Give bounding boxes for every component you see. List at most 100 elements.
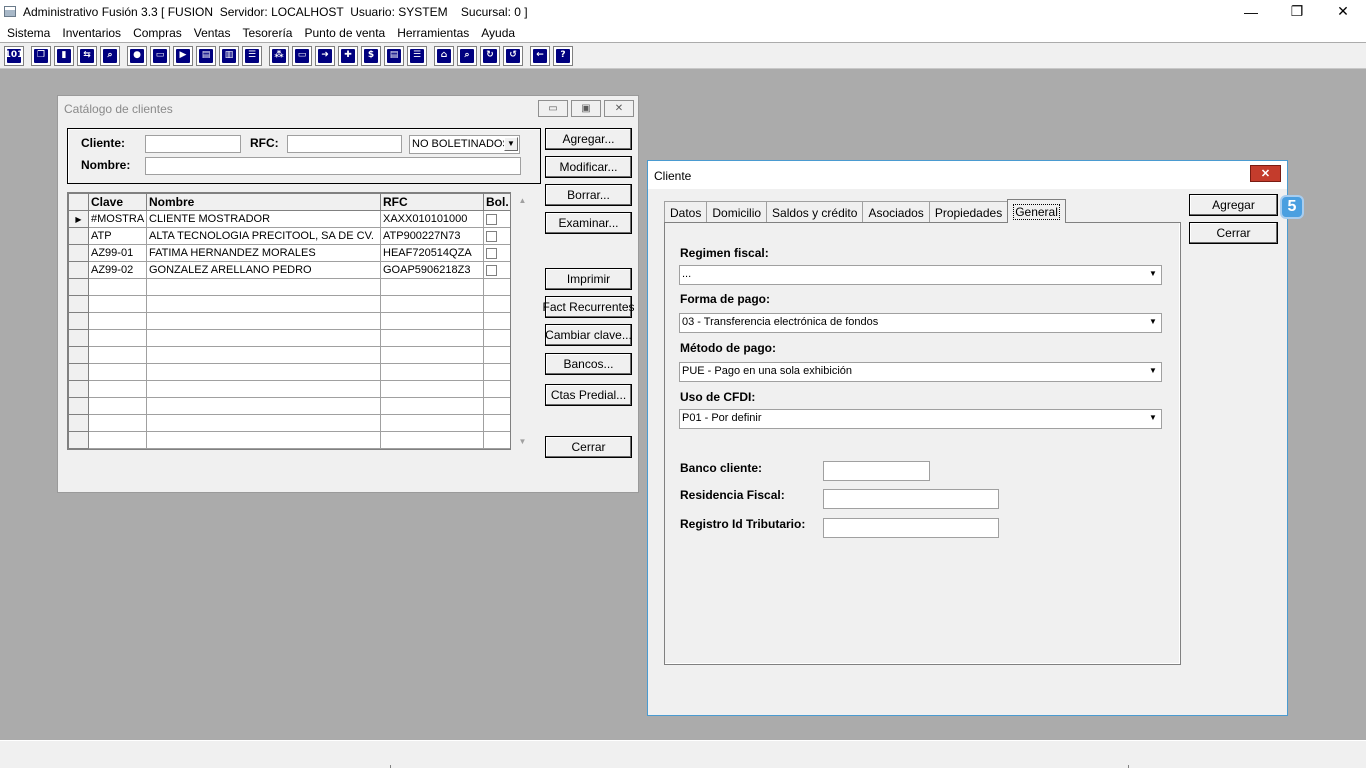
table-row-empty[interactable]	[68, 414, 510, 432]
column-header-rfc[interactable]: RFC	[380, 193, 484, 211]
agregar-cliente-button[interactable]: Agregar...	[545, 128, 632, 150]
regimen-fiscal-select[interactable]: ... ▼	[679, 265, 1162, 285]
chevron-down-icon[interactable]: ▼	[1146, 267, 1160, 281]
catalog-minimize-icon[interactable]: ▭	[538, 100, 568, 117]
toolbar-button-printer[interactable]: ▤	[196, 45, 216, 66]
cell-clave[interactable]	[88, 295, 147, 313]
residencia-fiscal-input[interactable]	[823, 489, 999, 509]
cell-nombre[interactable]	[146, 397, 381, 415]
cell-nombre[interactable]	[146, 380, 381, 398]
table-row-empty[interactable]	[68, 278, 510, 296]
toolbar-button-home[interactable]: ⌂	[434, 45, 454, 66]
toolbar-button-people[interactable]: ⁂	[269, 45, 289, 66]
nombre-input[interactable]	[145, 157, 521, 175]
cliente-input[interactable]	[145, 135, 241, 153]
toolbar-button-user[interactable]: ●	[127, 45, 147, 66]
cell-nombre[interactable]	[146, 312, 381, 330]
cell-rfc[interactable]	[380, 380, 484, 398]
toolbar-button-search[interactable]: ⌕	[457, 45, 477, 66]
toolbar-button-help[interactable]: ?	[553, 45, 573, 66]
cell-clave[interactable]	[88, 312, 147, 330]
cell-rfc[interactable]: ATP900227N73	[380, 227, 484, 245]
fact-recurrentes-button[interactable]: Fact Recurrentes	[542, 296, 635, 318]
cell-nombre[interactable]	[146, 278, 381, 296]
cell-rfc[interactable]: HEAF720514QZA	[380, 244, 484, 262]
table-row-empty[interactable]	[68, 431, 510, 449]
modificar-button[interactable]: Modificar...	[545, 156, 632, 178]
imprimir-button[interactable]: Imprimir	[545, 268, 632, 290]
boletinado-checkbox[interactable]	[486, 264, 497, 276]
scroll-down-icon[interactable]: ▼	[514, 433, 531, 450]
cliente-close-icon[interactable]: ✕	[1250, 165, 1281, 182]
registro-id-tributario-input[interactable]	[823, 518, 999, 538]
cell-clave[interactable]: #MOSTRA	[88, 210, 147, 228]
cliente-cerrar-button[interactable]: Cerrar	[1189, 222, 1278, 244]
table-row[interactable]: AZ99-02 GONZALEZ ARELLANO PEDRO GOAP590621…	[68, 261, 510, 279]
borrar-button[interactable]: Borrar...	[545, 184, 632, 206]
menu-sistema[interactable]: Sistema	[1, 26, 56, 40]
cell-nombre[interactable]: FATIMA HERNANDEZ MORALES	[146, 244, 381, 262]
cell-rfc[interactable]	[380, 278, 484, 296]
cell-nombre[interactable]: GONZALEZ ARELLANO PEDRO	[146, 261, 381, 279]
tab-asociados[interactable]: Asociados	[862, 201, 930, 223]
menu-ayuda[interactable]: Ayuda	[475, 26, 521, 40]
cell-rfc[interactable]	[380, 414, 484, 432]
toolbar-button-document[interactable]: ▥	[219, 45, 239, 66]
column-header-nombre[interactable]: Nombre	[146, 193, 381, 211]
cell-rfc[interactable]	[380, 431, 484, 449]
cell-clave[interactable]	[88, 397, 147, 415]
grid-vertical-scrollbar[interactable]: ▲ ▼	[514, 192, 531, 450]
chevron-down-icon[interactable]: ▼	[1146, 411, 1160, 425]
menu-ventas[interactable]: Ventas	[188, 26, 237, 40]
cell-nombre[interactable]	[146, 414, 381, 432]
menu-tesoreria[interactable]: Tesorería	[236, 26, 298, 40]
toolbar-button-box[interactable]: ▭	[150, 45, 170, 66]
toolbar-button-zoom[interactable]: ⌕	[100, 45, 120, 66]
cell-clave[interactable]: ATP	[88, 227, 147, 245]
catalog-cerrar-button[interactable]: Cerrar	[545, 436, 632, 458]
cell-rfc[interactable]	[380, 329, 484, 347]
toolbar-button-list[interactable]: ☰	[242, 45, 262, 66]
cell-clave[interactable]	[88, 329, 147, 347]
table-row-empty[interactable]	[68, 380, 510, 398]
cell-nombre[interactable]	[146, 363, 381, 381]
table-row-empty[interactable]	[68, 397, 510, 415]
bancos-button[interactable]: Bancos...	[545, 353, 632, 375]
table-row[interactable]: AZ99-01 FATIMA HERNANDEZ MORALES HEAF72051…	[68, 244, 510, 262]
cell-rfc[interactable]	[380, 363, 484, 381]
banco-cliente-input[interactable]	[823, 461, 930, 481]
cell-nombre[interactable]: ALTA TECNOLOGIA PRECITOOL, SA DE CV.	[146, 227, 381, 245]
toolbar-button-refresh[interactable]: ↻	[480, 45, 500, 66]
table-row[interactable]: ▶ #MOSTRA CLIENTE MOSTRADOR XAXX010101000	[68, 210, 510, 228]
menu-punto-de-venta[interactable]: Punto de venta	[298, 26, 391, 40]
menu-herramientas[interactable]: Herramientas	[391, 26, 475, 40]
cell-nombre[interactable]: CLIENTE MOSTRADOR	[146, 210, 381, 228]
table-row-empty[interactable]	[68, 363, 510, 381]
cell-clave[interactable]: AZ99-02	[88, 261, 147, 279]
cell-nombre[interactable]	[146, 431, 381, 449]
table-row[interactable]: ATP ALTA TECNOLOGIA PRECITOOL, SA DE CV. A…	[68, 227, 510, 245]
cell-clave[interactable]	[88, 363, 147, 381]
boletinado-select[interactable]: NO BOLETINADOS ▼	[409, 135, 520, 154]
cell-clave[interactable]	[88, 414, 147, 432]
cell-clave[interactable]	[88, 431, 147, 449]
menu-inventarios[interactable]: Inventarios	[56, 26, 127, 40]
cell-rfc[interactable]	[380, 346, 484, 364]
toolbar-button-undo[interactable]: ↺	[503, 45, 523, 66]
metodo-pago-select[interactable]: PUE - Pago en una sola exhibición ▼	[679, 362, 1162, 382]
cell-rfc[interactable]	[380, 397, 484, 415]
cell-rfc[interactable]	[380, 312, 484, 330]
column-header-clave[interactable]: Clave	[88, 193, 147, 211]
catalog-close-icon[interactable]: ✕	[604, 100, 634, 117]
cell-clave[interactable]	[88, 380, 147, 398]
toolbar-button-ledger[interactable]: ☰	[407, 45, 427, 66]
scroll-up-icon[interactable]: ▲	[514, 192, 531, 209]
chevron-down-icon[interactable]: ▼	[504, 137, 518, 151]
toolbar-button-truck[interactable]: ▶	[173, 45, 193, 66]
restore-button[interactable]: ❐	[1274, 0, 1320, 23]
examinar-button[interactable]: Examinar...	[545, 212, 632, 234]
toolbar-button-copy[interactable]: ❐	[31, 45, 51, 66]
cell-clave[interactable]: AZ99-01	[88, 244, 147, 262]
toolbar-button-wallet[interactable]: ▭	[292, 45, 312, 66]
column-header-bol[interactable]: Bol.	[483, 193, 510, 211]
